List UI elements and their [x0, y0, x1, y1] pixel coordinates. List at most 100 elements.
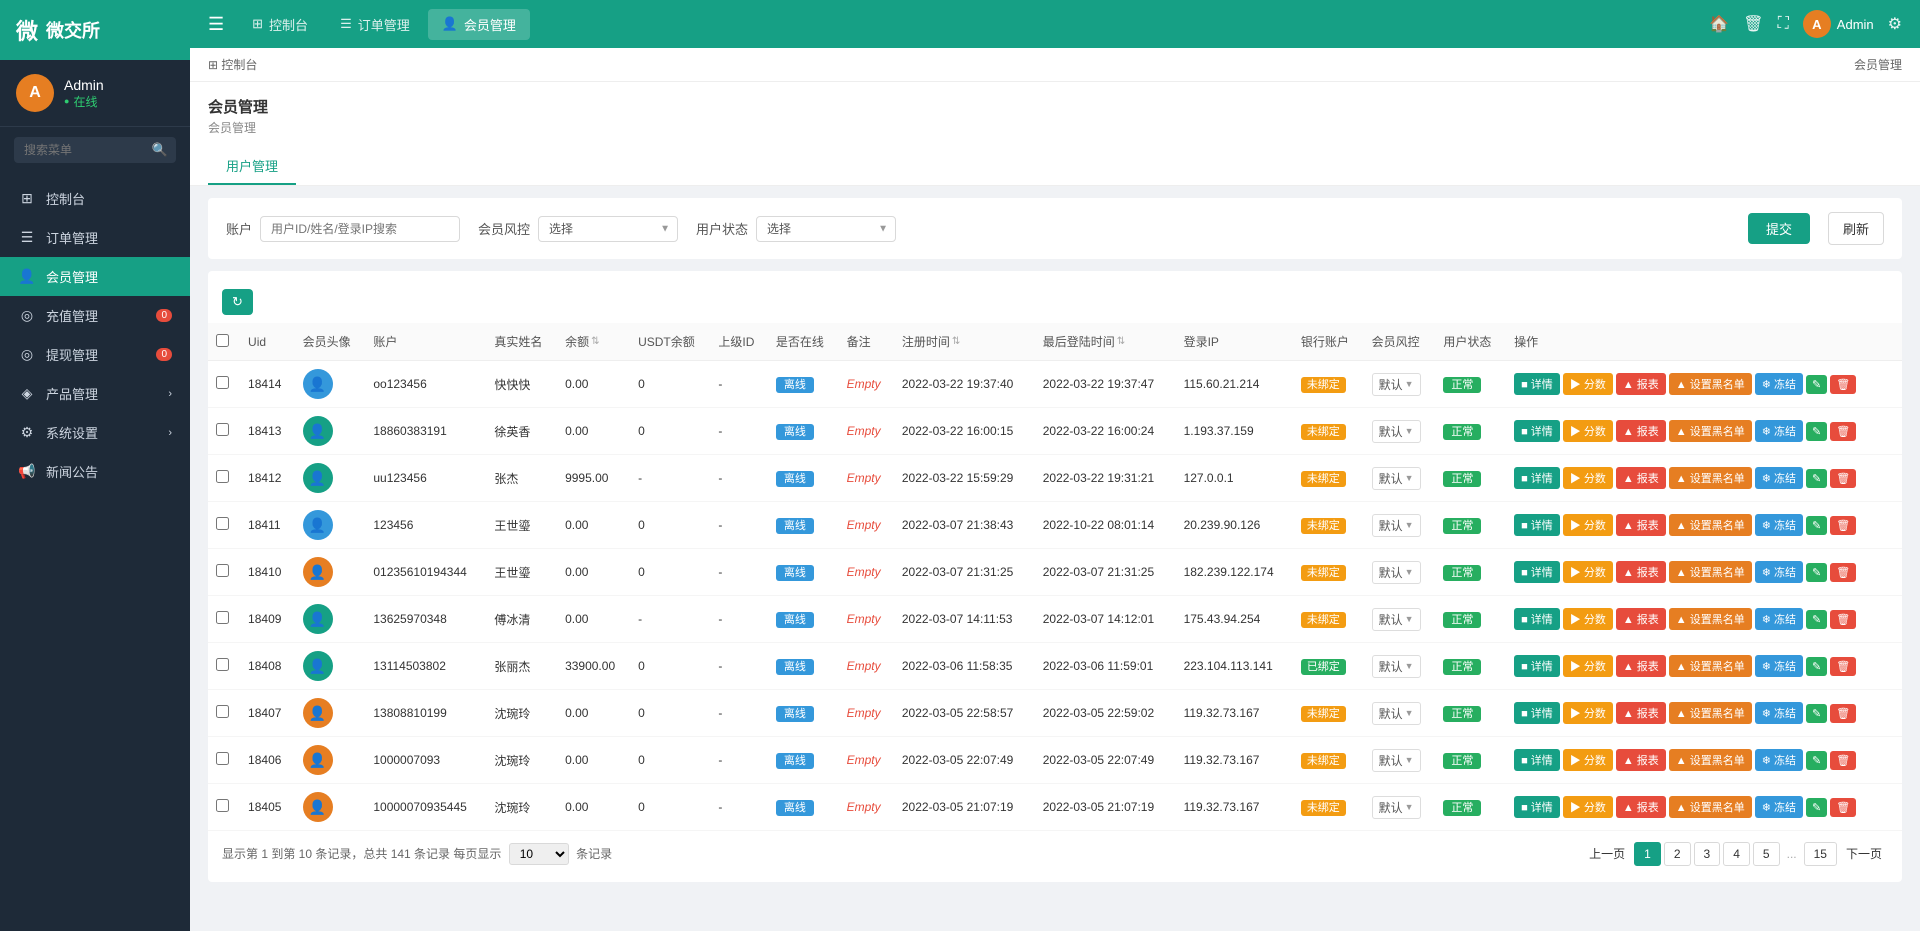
detail-button[interactable]: ■ 详情 — [1514, 420, 1560, 442]
select-all-checkbox[interactable] — [216, 334, 229, 347]
page-button-1[interactable]: 1 — [1634, 842, 1661, 866]
freeze-button[interactable]: ❄ 冻结 — [1755, 420, 1803, 442]
account-input[interactable] — [260, 216, 460, 242]
score-button[interactable]: ▶ 分数 — [1563, 655, 1613, 677]
freeze-button[interactable]: ❄ 冻结 — [1755, 467, 1803, 489]
delete-button[interactable]: 🗑 — [1830, 798, 1856, 817]
blacklist-button[interactable]: ▲ 设置黑名单 — [1669, 467, 1752, 489]
edit-button[interactable]: ✎ — [1806, 751, 1827, 770]
sidebar-item-recharge[interactable]: ◎ 充值管理 0 — [0, 296, 190, 335]
blacklist-button[interactable]: ▲ 设置黑名单 — [1669, 702, 1752, 724]
blacklist-button[interactable]: ▲ 设置黑名单 — [1669, 514, 1752, 536]
sidebar-item-products[interactable]: ◈ 产品管理 › — [0, 374, 190, 413]
page-button-2[interactable]: 2 — [1664, 842, 1691, 866]
edit-button[interactable]: ✎ — [1806, 375, 1827, 394]
edit-button[interactable]: ✎ — [1806, 657, 1827, 676]
row-checkbox-4[interactable] — [216, 564, 229, 577]
freeze-button[interactable]: ❄ 冻结 — [1755, 702, 1803, 724]
score-button[interactable]: ▶ 分数 — [1563, 796, 1613, 818]
score-button[interactable]: ▶ 分数 — [1563, 373, 1613, 395]
risk-dropdown[interactable]: 默认 ▼ — [1372, 373, 1421, 396]
table-refresh-button[interactable]: ↻ — [222, 289, 253, 315]
edit-button[interactable]: ✎ — [1806, 610, 1827, 629]
freeze-button[interactable]: ❄ 冻结 — [1755, 514, 1803, 536]
risk-dropdown[interactable]: 默认 ▼ — [1372, 420, 1421, 443]
freeze-button[interactable]: ❄ 冻结 — [1755, 749, 1803, 771]
score-button[interactable]: ▶ 分数 — [1563, 749, 1613, 771]
risk-dropdown[interactable]: 默认 ▼ — [1372, 467, 1421, 490]
topnav-tab-orders[interactable]: ☰ 订单管理 — [326, 9, 424, 40]
detail-button[interactable]: ■ 详情 — [1514, 702, 1560, 724]
blacklist-button[interactable]: ▲ 设置黑名单 — [1669, 796, 1752, 818]
risk-dropdown[interactable]: 默认 ▼ — [1372, 796, 1421, 819]
blacklist-button[interactable]: ▲ 设置黑名单 — [1669, 608, 1752, 630]
freeze-button[interactable]: ❄ 冻结 — [1755, 796, 1803, 818]
detail-button[interactable]: ■ 详情 — [1514, 749, 1560, 771]
page-button-3[interactable]: 3 — [1694, 842, 1721, 866]
risk-dropdown[interactable]: 默认 ▼ — [1372, 608, 1421, 631]
score-button[interactable]: ▶ 分数 — [1563, 467, 1613, 489]
status-select[interactable]: 选择 — [756, 216, 896, 242]
topnav-tab-members[interactable]: 👤 会员管理 — [428, 9, 530, 40]
score-button[interactable]: ▶ 分数 — [1563, 561, 1613, 583]
sidebar-item-settings[interactable]: ⚙ 系统设置 › — [0, 413, 190, 452]
score-button[interactable]: ▶ 分数 — [1563, 420, 1613, 442]
delete-button[interactable]: 🗑 — [1830, 422, 1856, 441]
edit-button[interactable]: ✎ — [1806, 563, 1827, 582]
row-checkbox-5[interactable] — [216, 611, 229, 624]
edit-button[interactable]: ✎ — [1806, 704, 1827, 723]
blacklist-button[interactable]: ▲ 设置黑名单 — [1669, 561, 1752, 583]
page-button-15[interactable]: 15 — [1804, 842, 1837, 866]
submit-button[interactable]: 提交 — [1748, 213, 1810, 244]
detail-button[interactable]: ■ 详情 — [1514, 561, 1560, 583]
risk-dropdown[interactable]: 默认 ▼ — [1372, 561, 1421, 584]
report-button[interactable]: ▲ 报表 — [1616, 796, 1666, 818]
freeze-button[interactable]: ❄ 冻结 — [1755, 373, 1803, 395]
home-icon[interactable]: 🏠 — [1709, 14, 1729, 34]
report-button[interactable]: ▲ 报表 — [1616, 561, 1666, 583]
risk-select[interactable]: 选择 — [538, 216, 678, 242]
freeze-button[interactable]: ❄ 冻结 — [1755, 561, 1803, 583]
delete-button[interactable]: 🗑 — [1830, 375, 1856, 394]
row-checkbox-1[interactable] — [216, 423, 229, 436]
report-button[interactable]: ▲ 报表 — [1616, 373, 1666, 395]
detail-button[interactable]: ■ 详情 — [1514, 796, 1560, 818]
detail-button[interactable]: ■ 详情 — [1514, 373, 1560, 395]
blacklist-button[interactable]: ▲ 设置黑名单 — [1669, 420, 1752, 442]
score-button[interactable]: ▶ 分数 — [1563, 514, 1613, 536]
refresh-button[interactable]: 刷新 — [1828, 212, 1884, 245]
settings-top-icon[interactable]: ⚙ — [1888, 14, 1902, 34]
edit-button[interactable]: ✎ — [1806, 516, 1827, 535]
detail-button[interactable]: ■ 详情 — [1514, 514, 1560, 536]
prev-page-button[interactable]: 上一页 — [1583, 841, 1631, 866]
row-checkbox-7[interactable] — [216, 705, 229, 718]
blacklist-button[interactable]: ▲ 设置黑名单 — [1669, 749, 1752, 771]
risk-dropdown[interactable]: 默认 ▼ — [1372, 702, 1421, 725]
edit-button[interactable]: ✎ — [1806, 422, 1827, 441]
report-button[interactable]: ▲ 报表 — [1616, 467, 1666, 489]
report-button[interactable]: ▲ 报表 — [1616, 702, 1666, 724]
risk-dropdown[interactable]: 默认 ▼ — [1372, 514, 1421, 537]
sidebar-item-withdraw[interactable]: ◎ 提现管理 0 — [0, 335, 190, 374]
delete-button[interactable]: 🗑 — [1830, 469, 1856, 488]
detail-button[interactable]: ■ 详情 — [1514, 467, 1560, 489]
delete-button[interactable]: 🗑 — [1830, 704, 1856, 723]
row-checkbox-8[interactable] — [216, 752, 229, 765]
row-checkbox-2[interactable] — [216, 470, 229, 483]
row-checkbox-9[interactable] — [216, 799, 229, 812]
delete-button[interactable]: 🗑 — [1830, 610, 1856, 629]
delete-button[interactable]: 🗑 — [1830, 751, 1856, 770]
page-button-4[interactable]: 4 — [1723, 842, 1750, 866]
report-button[interactable]: ▲ 报表 — [1616, 749, 1666, 771]
detail-button[interactable]: ■ 详情 — [1514, 608, 1560, 630]
next-page-button[interactable]: 下一页 — [1840, 841, 1888, 866]
edit-button[interactable]: ✎ — [1806, 798, 1827, 817]
row-checkbox-0[interactable] — [216, 376, 229, 389]
tab-user-management[interactable]: 用户管理 — [208, 148, 296, 185]
score-button[interactable]: ▶ 分数 — [1563, 608, 1613, 630]
score-button[interactable]: ▶ 分数 — [1563, 702, 1613, 724]
trash-icon[interactable]: 🗑 — [1743, 14, 1763, 34]
risk-dropdown[interactable]: 默认 ▼ — [1372, 655, 1421, 678]
page-button-5[interactable]: 5 — [1753, 842, 1780, 866]
delete-button[interactable]: 🗑 — [1830, 657, 1856, 676]
